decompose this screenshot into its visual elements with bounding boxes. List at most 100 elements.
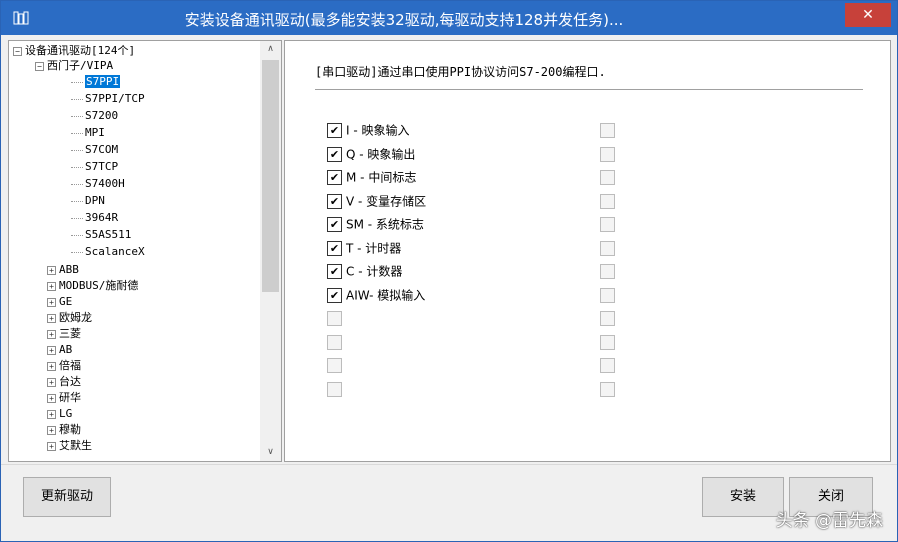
expand-icon[interactable]: + xyxy=(47,441,56,451)
register-option-checkbox[interactable] xyxy=(600,217,615,232)
register-row[interactable]: ✔ V - 变量存储区 xyxy=(327,193,426,209)
tree-item-label: S7TCP xyxy=(85,160,119,173)
tree-vendor-label: MODBUS/施耐德 xyxy=(59,279,139,292)
register-checkbox[interactable] xyxy=(327,311,342,326)
driver-tree: − 设备通讯驱动[124个] − 西门子/VIPA S7PPI S7PPI/TCP … xyxy=(9,41,260,461)
register-row[interactable] xyxy=(327,357,346,373)
register-row[interactable] xyxy=(327,310,346,326)
register-option-checkbox[interactable] xyxy=(600,382,615,397)
tree-scrollbar[interactable]: ∧ ∨ xyxy=(260,41,281,461)
register-option-checkbox[interactable] xyxy=(600,147,615,162)
scroll-thumb[interactable] xyxy=(262,60,279,292)
register-checkbox[interactable]: ✔ xyxy=(327,170,342,185)
tree-item[interactable]: 3964R xyxy=(71,210,118,225)
tree-vendor[interactable]: + LG xyxy=(47,406,72,421)
tree-vendor[interactable]: + 欧姆龙 xyxy=(47,310,92,325)
install-driver-dialog: 安装设备通讯驱动(最多能安装32驱动,每驱动支持128并发任务)... ✕ − 设… xyxy=(0,0,898,542)
expand-icon[interactable]: + xyxy=(47,409,56,419)
register-checkbox[interactable]: ✔ xyxy=(327,147,342,162)
tree-item[interactable]: S7200 xyxy=(71,108,118,123)
register-row[interactable]: ✔ I - 映象输入 xyxy=(327,122,410,138)
register-label: SM - 系统标志 xyxy=(346,217,424,232)
tree-vendor[interactable]: + MODBUS/施耐德 xyxy=(47,278,138,293)
register-option-checkbox[interactable] xyxy=(600,335,615,350)
register-checkbox[interactable] xyxy=(327,358,342,373)
register-option-checkbox[interactable] xyxy=(600,264,615,279)
expand-icon[interactable]: + xyxy=(47,393,56,403)
register-checkbox[interactable] xyxy=(327,382,342,397)
tree-group-siemens[interactable]: − 西门子/VIPA xyxy=(35,58,113,73)
tree-vendor-label: ABB xyxy=(59,263,79,276)
collapse-icon[interactable]: − xyxy=(13,46,22,56)
tree-vendor[interactable]: + AB xyxy=(47,342,72,357)
expand-icon[interactable]: + xyxy=(47,281,56,291)
tree-item[interactable]: S5AS511 xyxy=(71,227,131,242)
register-row[interactable]: ✔ M - 中间标志 xyxy=(327,169,416,185)
tree-vendor[interactable]: + 台达 xyxy=(47,374,81,389)
install-button[interactable]: 安装 xyxy=(702,477,784,517)
register-checkbox[interactable]: ✔ xyxy=(327,123,342,138)
tree-vendor[interactable]: + 穆勒 xyxy=(47,422,81,437)
expand-icon[interactable]: + xyxy=(47,345,56,355)
register-checkbox[interactable]: ✔ xyxy=(327,217,342,232)
tree-root[interactable]: − 设备通讯驱动[124个] xyxy=(13,43,135,58)
expand-icon[interactable]: + xyxy=(47,329,56,339)
register-checkbox[interactable] xyxy=(327,335,342,350)
tree-vendor[interactable]: + 研华 xyxy=(47,390,81,405)
register-label: Q - 映象输出 xyxy=(346,147,416,162)
tree-item-label: S7COM xyxy=(85,143,119,156)
tree-item[interactable]: S7TCP xyxy=(71,159,118,174)
tree-group-label: 西门子/VIPA xyxy=(47,59,114,72)
tree-vendor[interactable]: + 倍福 xyxy=(47,358,81,373)
expand-icon[interactable]: + xyxy=(47,297,56,307)
collapse-icon[interactable]: − xyxy=(35,61,44,71)
register-label: T - 计时器 xyxy=(346,241,402,256)
register-option-checkbox[interactable] xyxy=(600,123,615,138)
register-checkbox[interactable]: ✔ xyxy=(327,288,342,303)
register-row[interactable]: ✔ C - 计数器 xyxy=(327,263,402,279)
driver-detail-panel: [串口驱动]通过串口使用PPI协议访问S7-200编程口. ✔ I - 映象输入 ✔… xyxy=(284,40,891,462)
register-checkbox[interactable]: ✔ xyxy=(327,194,342,209)
watermark: 头条 @雷先森 xyxy=(775,511,883,531)
register-option-checkbox[interactable] xyxy=(600,170,615,185)
register-row[interactable]: ✔ AIW- 模拟输入 xyxy=(327,287,425,303)
tree-item-label: S7PPI/TCP xyxy=(85,92,145,105)
register-row[interactable] xyxy=(327,334,346,350)
window-title: 安装设备通讯驱动(最多能安装32驱动,每驱动支持128并发任务)... xyxy=(184,11,624,29)
tree-vendor[interactable]: + 三菱 xyxy=(47,326,81,341)
tree-item[interactable]: S7400H xyxy=(71,176,125,191)
tree-item-s7ppi[interactable]: S7PPI xyxy=(71,74,121,89)
register-option-checkbox[interactable] xyxy=(600,194,615,209)
register-row[interactable]: ✔ SM - 系统标志 xyxy=(327,216,424,232)
update-driver-button[interactable]: 更新驱动 xyxy=(23,477,111,517)
close-window-button[interactable]: ✕ xyxy=(845,3,891,27)
tree-item[interactable]: S7COM xyxy=(71,142,118,157)
tree-vendor[interactable]: + ABB xyxy=(47,262,79,277)
register-option-checkbox[interactable] xyxy=(600,358,615,373)
tree-vendor[interactable]: + GE xyxy=(47,294,72,309)
expand-icon[interactable]: + xyxy=(47,425,56,435)
expand-icon[interactable]: + xyxy=(47,313,56,323)
expand-icon[interactable]: + xyxy=(47,361,56,371)
tree-item[interactable]: S7PPI/TCP xyxy=(71,91,145,106)
register-label: I - 映象输入 xyxy=(346,123,410,138)
tree-item[interactable]: ScalanceX xyxy=(71,244,145,259)
tree-vendor-label: 欧姆龙 xyxy=(59,311,92,324)
tree-item-label: MPI xyxy=(85,126,105,139)
register-option-checkbox[interactable] xyxy=(600,288,615,303)
register-option-checkbox[interactable] xyxy=(600,311,615,326)
register-checkbox[interactable]: ✔ xyxy=(327,264,342,279)
register-row[interactable]: ✔ Q - 映象输出 xyxy=(327,146,415,162)
tree-vendor[interactable]: + 艾默生 xyxy=(47,438,92,453)
tree-item[interactable]: MPI xyxy=(71,125,105,140)
scroll-down-icon[interactable]: ∨ xyxy=(260,444,281,461)
tree-vendor-label: 艾默生 xyxy=(59,439,92,452)
register-option-checkbox[interactable] xyxy=(600,241,615,256)
tree-item[interactable]: DPN xyxy=(71,193,105,208)
register-row[interactable]: ✔ T - 计时器 xyxy=(327,240,401,256)
expand-icon[interactable]: + xyxy=(47,377,56,387)
register-row[interactable] xyxy=(327,381,346,397)
scroll-up-icon[interactable]: ∧ xyxy=(260,41,281,58)
register-checkbox[interactable]: ✔ xyxy=(327,241,342,256)
expand-icon[interactable]: + xyxy=(47,265,56,275)
